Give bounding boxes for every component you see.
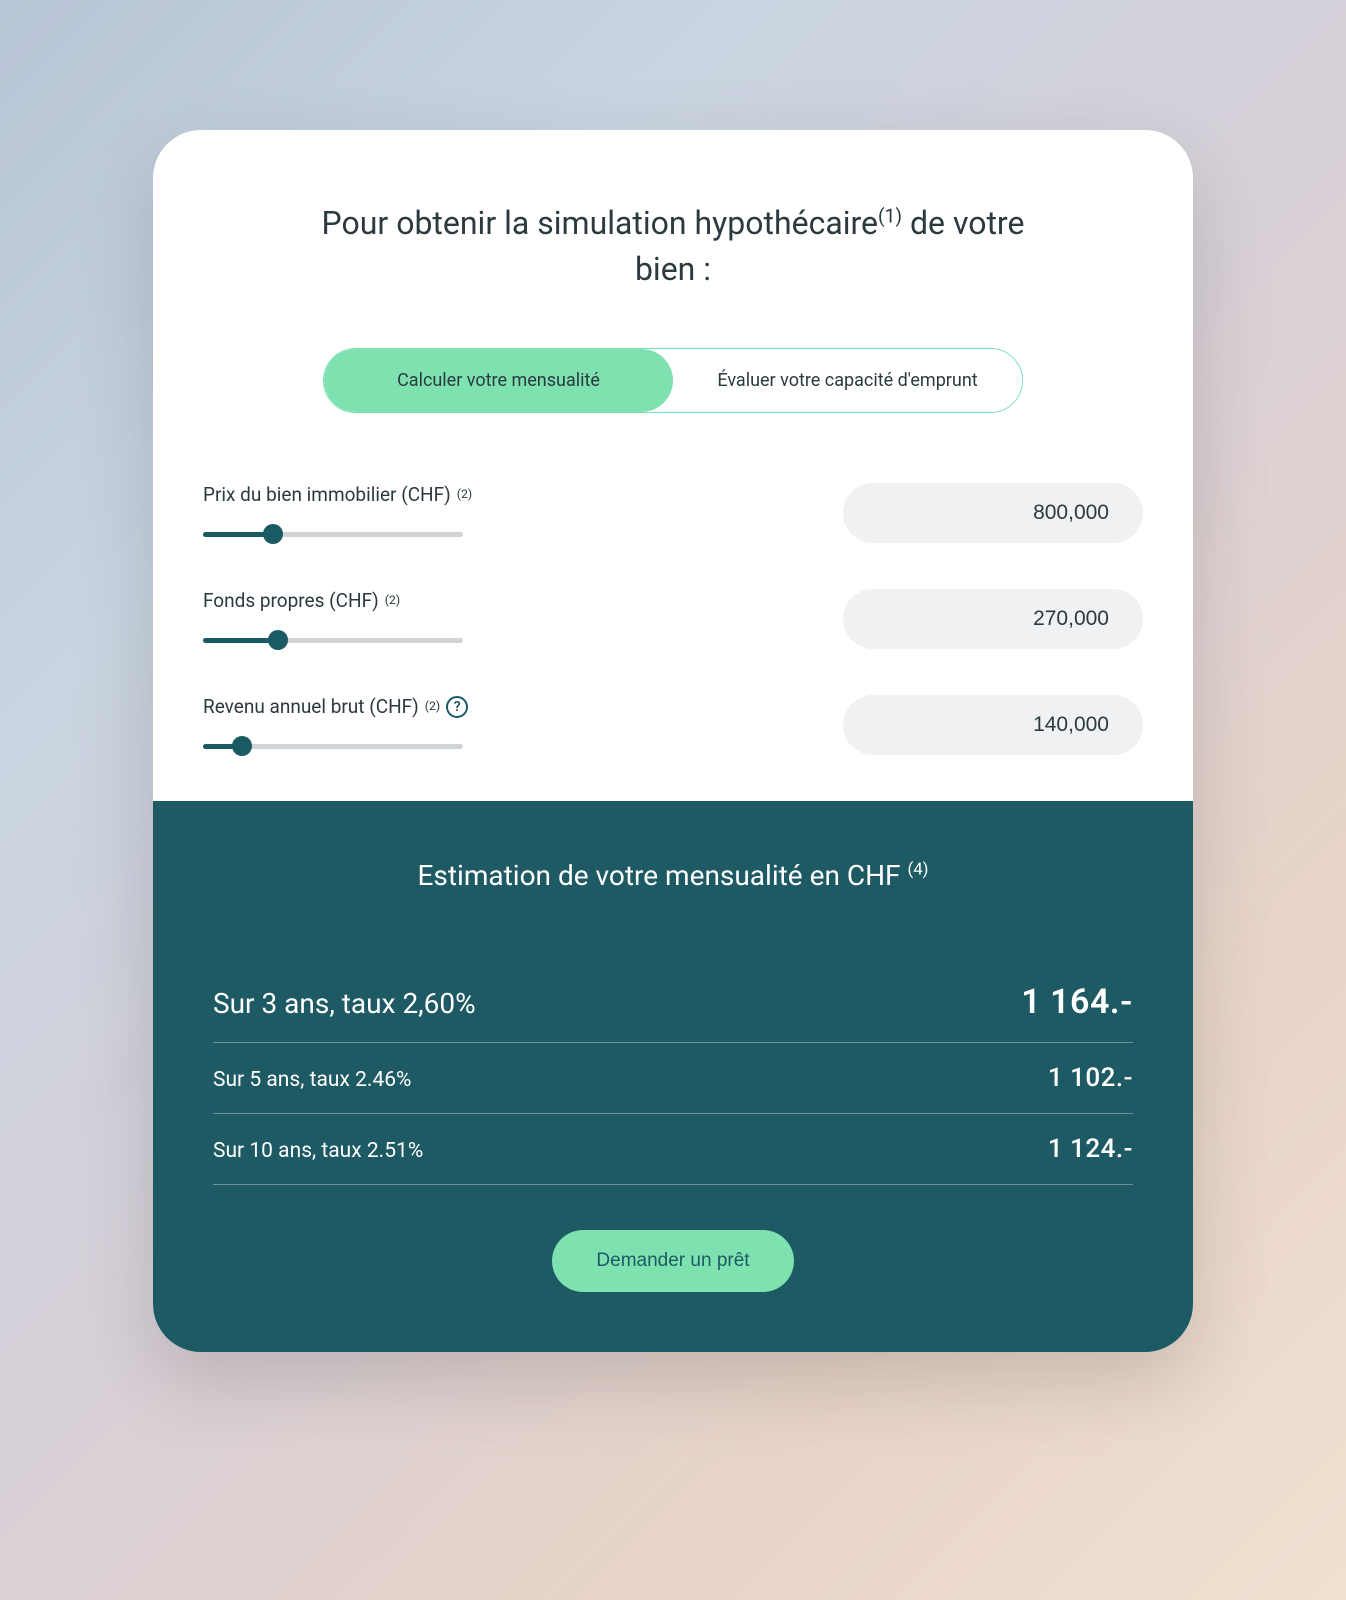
results-title-text: Estimation de votre mensualité en CHF — [417, 859, 900, 892]
equity-label-sup: (2) — [385, 594, 400, 608]
price-input[interactable] — [843, 483, 1143, 543]
results-title-sup: (4) — [907, 860, 928, 880]
income-label-sup: (2) — [425, 700, 440, 714]
result-value: 1 164.- — [1021, 982, 1133, 1022]
equity-slider[interactable] — [203, 630, 654, 650]
field-income: Revenu annuel brut (CHF) (2) ? — [203, 695, 1143, 756]
result-label: Sur 3 ans, taux 2,60% — [213, 987, 476, 1020]
field-equity: Fonds propres (CHF) (2) — [203, 589, 1143, 650]
results-title: Estimation de votre mensualité en CHF (4… — [213, 859, 1133, 892]
simulator-card: Pour obtenir la simulation hypothécaire(… — [153, 130, 1193, 1352]
title-sup: (1) — [878, 204, 902, 227]
equity-slider-thumb[interactable] — [268, 630, 288, 650]
price-label-text: Prix du bien immobilier (CHF) — [203, 483, 451, 506]
income-label: Revenu annuel brut (CHF) (2) ? — [203, 695, 654, 718]
income-label-text: Revenu annuel brut (CHF) — [203, 695, 419, 718]
result-row: Sur 3 ans, taux 2,60% 1 164.- — [213, 962, 1133, 1043]
result-label: Sur 5 ans, taux 2.46% — [213, 1068, 411, 1092]
price-slider[interactable] — [203, 524, 654, 544]
result-value: 1 124.- — [1048, 1134, 1133, 1164]
field-price: Prix du bien immobilier (CHF) (2) — [203, 483, 1143, 544]
result-label: Sur 10 ans, taux 2.51% — [213, 1139, 423, 1163]
tab-evaluate-capacity[interactable]: Évaluer votre capacité d'emprunt — [673, 349, 1022, 412]
result-value: 1 102.- — [1048, 1063, 1133, 1093]
result-row: Sur 5 ans, taux 2.46% 1 102.- — [213, 1043, 1133, 1114]
price-slider-thumb[interactable] — [263, 524, 283, 544]
equity-label-text: Fonds propres (CHF) — [203, 589, 379, 612]
tab-switch: Calculer votre mensualité Évaluer votre … — [323, 348, 1023, 413]
income-slider-thumb[interactable] — [232, 736, 252, 756]
result-row: Sur 10 ans, taux 2.51% 1 124.- — [213, 1114, 1133, 1185]
price-label: Prix du bien immobilier (CHF) (2) — [203, 483, 654, 506]
income-input[interactable] — [843, 695, 1143, 755]
help-icon[interactable]: ? — [446, 696, 468, 718]
page-title: Pour obtenir la simulation hypothécaire(… — [293, 200, 1053, 293]
tab-calculate-monthly[interactable]: Calculer votre mensualité — [324, 349, 673, 412]
income-slider[interactable] — [203, 736, 654, 756]
results-panel: Estimation de votre mensualité en CHF (4… — [153, 801, 1193, 1352]
equity-label: Fonds propres (CHF) (2) — [203, 589, 654, 612]
title-pre: Pour obtenir la simulation hypothécaire — [322, 204, 878, 242]
equity-slider-fill — [203, 638, 278, 643]
request-loan-button[interactable]: Demander un prêt — [552, 1230, 793, 1292]
equity-input[interactable] — [843, 589, 1143, 649]
price-label-sup: (2) — [457, 488, 472, 502]
